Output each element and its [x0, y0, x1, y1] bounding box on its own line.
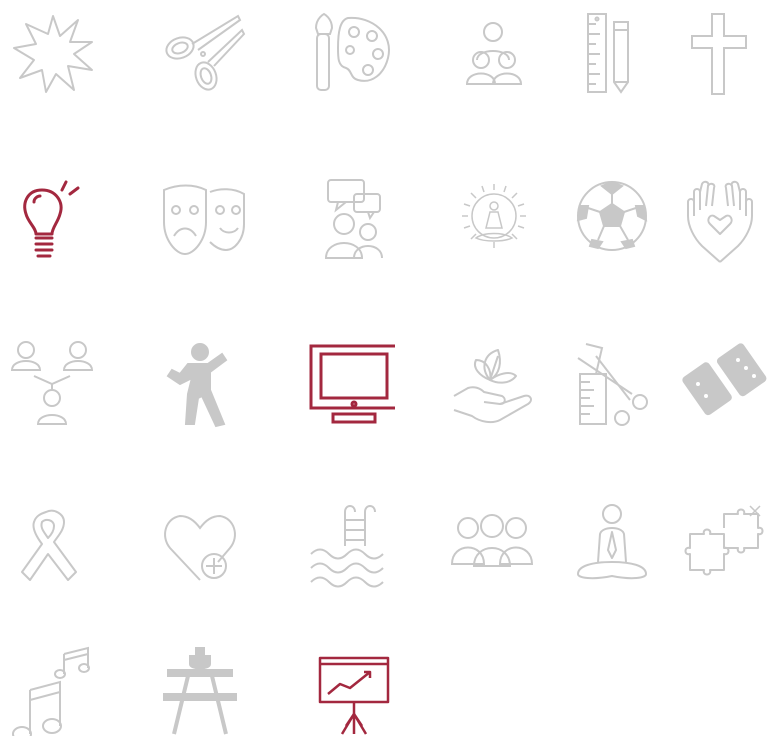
puzzle-icon[interactable] [680, 500, 770, 590]
meditation-sun-icon[interactable] [450, 176, 540, 266]
light-bulb-icon[interactable] [8, 176, 98, 266]
yoga-icon[interactable] [572, 500, 662, 590]
theater-masks-icon[interactable] [158, 176, 248, 266]
presentation-board-icon[interactable] [316, 654, 406, 744]
paint-palette-icon[interactable] [302, 8, 392, 98]
television-icon[interactable] [305, 338, 395, 428]
dancer-icon[interactable] [158, 338, 248, 428]
starburst-icon[interactable] [8, 8, 98, 98]
awareness-ribbon-icon[interactable] [8, 500, 98, 590]
ruler-pencil-icon[interactable] [580, 8, 670, 98]
people-group-icon[interactable] [450, 500, 540, 590]
picnic-table-icon[interactable] [158, 646, 248, 736]
swimming-pool-icon[interactable] [305, 500, 395, 590]
discussion-icon[interactable] [318, 176, 408, 266]
hands-heart-icon[interactable] [680, 176, 770, 266]
dominoes-icon[interactable] [680, 338, 770, 428]
heart-plus-icon[interactable] [158, 500, 248, 590]
soccer-ball-icon[interactable] [572, 176, 662, 266]
tailoring-icon[interactable] [572, 338, 662, 428]
music-notes-icon[interactable] [8, 646, 98, 736]
cross-icon[interactable] [680, 8, 770, 98]
parent-child-icon[interactable] [455, 8, 545, 98]
hand-plant-icon[interactable] [450, 338, 540, 428]
group-network-icon[interactable] [8, 338, 98, 428]
activity-icon-grid [0, 0, 772, 738]
scissors-icon[interactable] [158, 8, 248, 98]
